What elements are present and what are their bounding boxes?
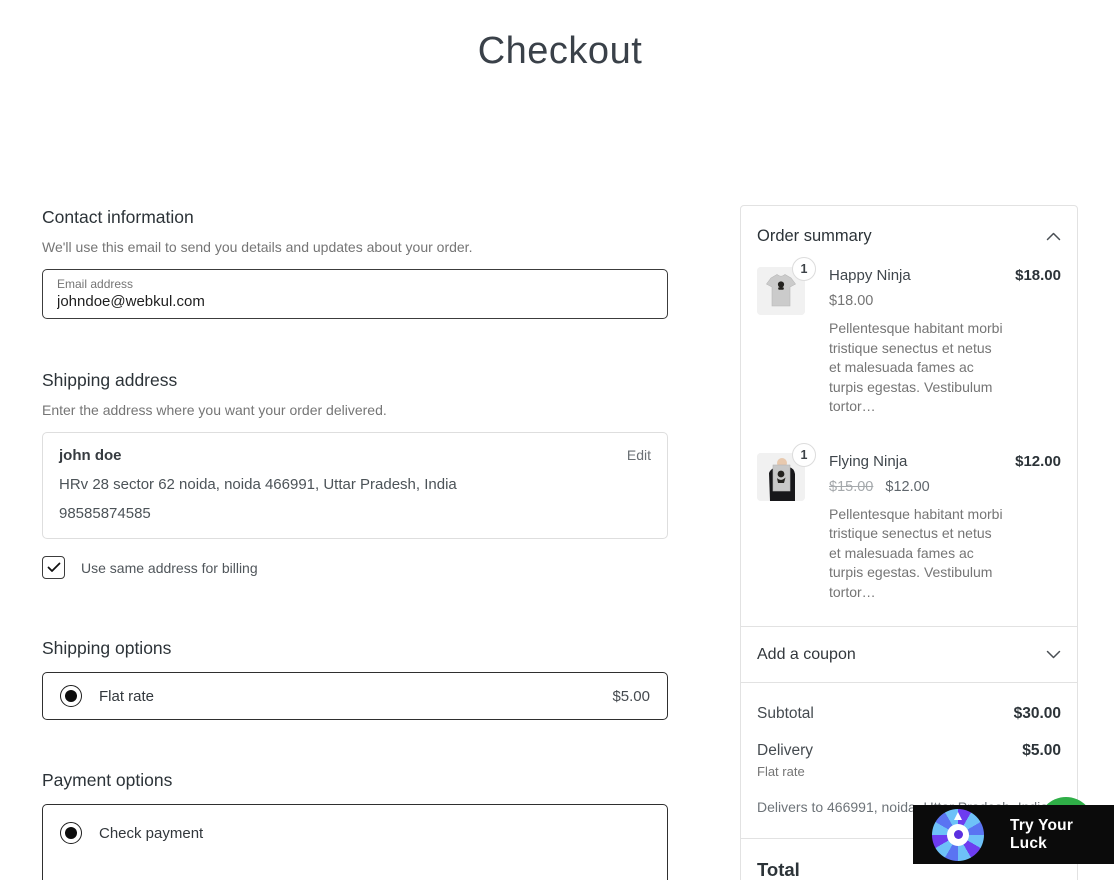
shipping-option-price: $5.00: [612, 687, 650, 705]
subtotal-label: Subtotal: [757, 705, 814, 722]
email-field-label: Email address: [57, 277, 134, 291]
add-coupon-label: Add a coupon: [757, 645, 856, 663]
delivery-label: Delivery: [757, 742, 813, 759]
payment-options-section: Payment options Check payment: [42, 770, 668, 880]
shipping-address-section: Shipping address Enter the address where…: [42, 370, 668, 579]
try-your-luck-label: Try Your Luck: [1010, 816, 1074, 852]
shipping-options-section: Shipping options Flat rate $5.00: [42, 638, 668, 720]
chevron-down-icon: [1046, 650, 1061, 659]
total-label: Total: [757, 859, 800, 880]
prize-wheel-icon: [932, 808, 984, 861]
billing-same-address-row: Use same address for billing: [42, 556, 668, 579]
payment-options-heading: Payment options: [42, 770, 173, 790]
item-unit-price: $18.00: [829, 293, 874, 309]
radio-selected-icon: [60, 822, 82, 844]
order-summary-toggle[interactable]: Order summary: [741, 206, 1077, 246]
contact-information-heading: Contact information: [42, 207, 194, 227]
edit-address-link[interactable]: Edit: [627, 447, 651, 463]
delivery-method: Flat rate: [757, 764, 805, 779]
billing-same-address-checkbox[interactable]: [42, 556, 65, 579]
payment-option-label: Check payment: [99, 824, 204, 842]
page-title: Checkout: [477, 30, 643, 72]
item-quantity-badge: 1: [792, 257, 816, 281]
shipping-address-phone: 98585874585: [59, 505, 151, 522]
shipping-address-card: john doe Edit HRv 28 sector 62 noida, no…: [42, 432, 668, 539]
order-summary-heading: Order summary: [757, 227, 872, 245]
order-summary-panel: Order summary 1 Happy Ninja $18.00 $18.0…: [740, 205, 1078, 880]
contact-information-description: We'll use this email to send you details…: [42, 239, 473, 255]
item-quantity-badge: 1: [792, 442, 816, 467]
contact-information-section: Contact information We'll use this email…: [42, 207, 668, 319]
subtotal-value: $30.00: [1013, 705, 1061, 722]
try-your-luck-button[interactable]: Try Your Luck: [913, 805, 1114, 864]
item-line-total: $18.00: [1015, 267, 1061, 284]
checkmark-icon: [47, 562, 60, 572]
shipping-address-name: john doe: [59, 447, 122, 464]
payment-option-check-payment[interactable]: Check payment: [42, 804, 668, 880]
item-description: Pellentesque habitant morbi tristique se…: [829, 320, 1003, 414]
item-line-total: $12.00: [1015, 452, 1061, 470]
item-sale-price: $12.00: [885, 478, 930, 495]
add-coupon-toggle[interactable]: Add a coupon: [741, 627, 1077, 682]
delivery-value: $5.00: [1022, 742, 1061, 759]
item-name: Happy Ninja: [829, 267, 911, 284]
order-item-happy-ninja: 1 Happy Ninja $18.00 $18.00 Pellentesque…: [757, 257, 1061, 417]
shipping-address-description: Enter the address where you want your or…: [42, 402, 387, 418]
chevron-up-icon: [1046, 232, 1061, 241]
checkout-page: Checkout Contact information We'll use t…: [0, 0, 1120, 880]
item-name: Flying Ninja: [829, 452, 908, 470]
shipping-option-label: Flat rate: [99, 687, 155, 705]
shipping-address-heading: Shipping address: [42, 370, 178, 390]
item-regular-price: $15.00: [829, 478, 874, 495]
shipping-address-line: HRv 28 sector 62 noida, noida 466991, Ut…: [59, 476, 457, 493]
billing-same-address-label[interactable]: Use same address for billing: [81, 560, 258, 576]
order-items-list: 1 Happy Ninja $18.00 $18.00 Pellentesque…: [741, 257, 1077, 603]
item-description: Pellentesque habitant morbi tristique se…: [829, 505, 1003, 600]
shipping-option-flat-rate[interactable]: Flat rate $5.00: [42, 672, 668, 720]
email-field[interactable]: Email address: [42, 269, 668, 319]
radio-selected-icon: [60, 685, 82, 707]
order-item-flying-ninja: 1 Flying Ninja $12.00 $15.00 $12.00 Pell…: [757, 442, 1061, 603]
email-input[interactable]: [57, 293, 653, 310]
shipping-options-heading: Shipping options: [42, 638, 172, 658]
